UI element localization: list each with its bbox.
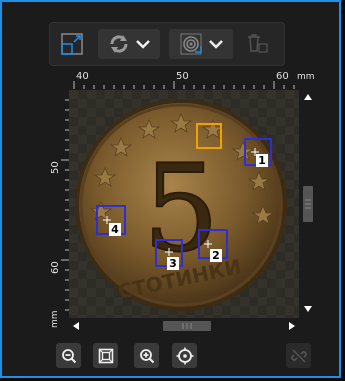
image-canvas[interactable]: 5 СТОТИНКИ 1 2 3 4	[69, 90, 299, 318]
toolbar	[49, 22, 285, 66]
marker-label-4: 4	[109, 223, 121, 236]
zoom-out-icon	[61, 348, 76, 363]
ruler-unit-left: mm	[50, 310, 60, 328]
zoom-out-button[interactable]	[56, 343, 81, 368]
spiral-icon	[180, 33, 202, 55]
marker-label-1: 1	[256, 154, 268, 167]
fit-to-view-icon	[98, 348, 113, 363]
target-button[interactable]	[172, 343, 197, 368]
delete-button[interactable]	[242, 29, 272, 59]
horizontal-ruler: 40 50 60 mm	[48, 68, 319, 89]
coin-image: 5 СТОТИНКИ	[69, 90, 299, 318]
layout-swap-icon	[61, 33, 83, 55]
marker-label-3: 3	[167, 257, 179, 270]
link-off-icon	[290, 349, 307, 362]
vertical-ruler: 50 60 mm	[48, 90, 69, 333]
vertical-scrollbar[interactable]	[299, 90, 317, 318]
ruler-unit: mm	[297, 72, 315, 82]
horizontal-scrollbar-graphics	[73, 321, 295, 331]
ruler-label-50: 50	[176, 71, 189, 82]
spiral-dropdown[interactable]	[169, 29, 233, 59]
zoom-in-button[interactable]	[134, 343, 159, 368]
scroll-down-icon	[304, 306, 312, 312]
viewer-panel: 40 50 60 mm 50 60 mm 5 СТОТИНКИ 1 2 3 4	[0, 0, 341, 378]
marker-label-2: 2	[210, 249, 222, 262]
link-off-button[interactable]	[286, 343, 311, 368]
scroll-right-icon	[289, 322, 295, 330]
ruler-label-left-50: 50	[50, 161, 61, 174]
ruler-label-40: 40	[76, 71, 89, 82]
vertical-ruler-ticks	[61, 99, 69, 311]
layout-swap-button[interactable]	[56, 29, 88, 59]
vertical-scrollbar-graphics	[303, 94, 313, 312]
ruler-label-left-60: 60	[50, 261, 61, 274]
refresh-icon	[110, 35, 128, 53]
target-icon	[176, 347, 193, 364]
fit-to-view-button[interactable]	[93, 343, 118, 368]
horizontal-scrollbar[interactable]	[69, 318, 299, 334]
chevron-down-icon	[136, 40, 150, 49]
zoom-in-icon	[139, 348, 154, 363]
scroll-up-icon	[304, 94, 312, 100]
delete-icon	[248, 34, 268, 53]
refresh-dropdown[interactable]	[98, 29, 160, 59]
chevron-down-icon	[209, 40, 223, 49]
scroll-left-icon	[73, 322, 79, 330]
ruler-label-60: 60	[276, 71, 289, 82]
